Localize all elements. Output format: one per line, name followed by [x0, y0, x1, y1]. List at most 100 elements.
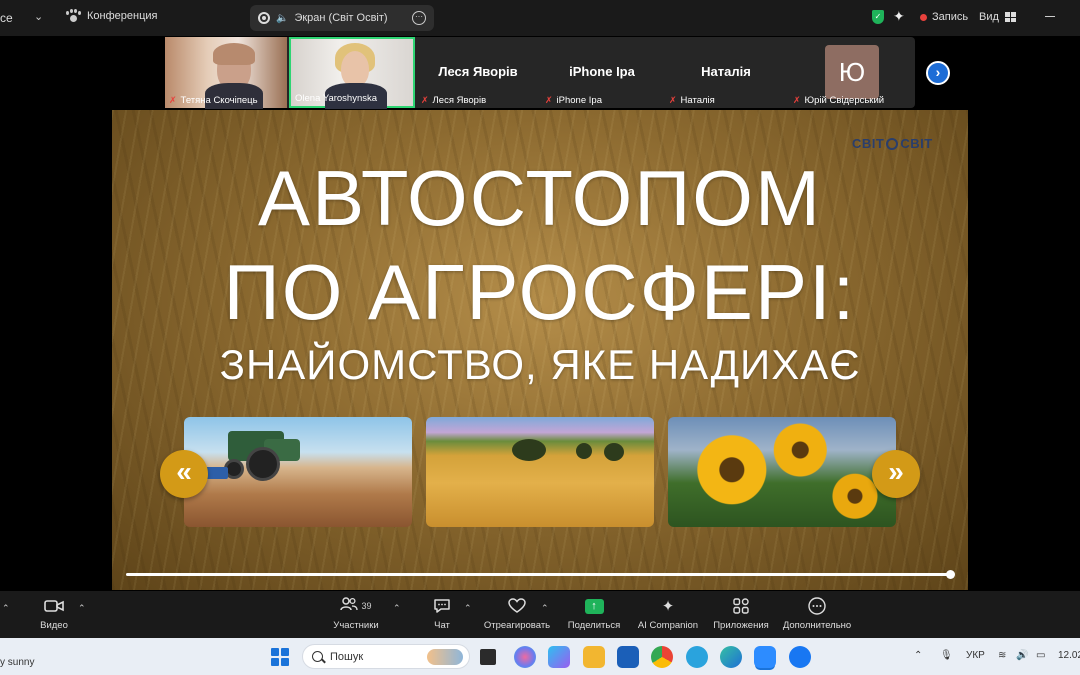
- apps-label: Приложения: [713, 620, 769, 631]
- ai-companion-button[interactable]: ✦ AI Companion: [636, 597, 700, 631]
- chrome-icon[interactable]: [651, 646, 673, 668]
- weather-widget[interactable]: y sunny: [0, 657, 34, 668]
- participant-display-name: Леся Яворів: [438, 64, 518, 79]
- app-title: ce: [0, 11, 13, 25]
- windows-start-icon[interactable]: [271, 648, 289, 666]
- copilot-icon[interactable]: [514, 646, 536, 668]
- participant-name: ✗ Тетяна Скочіпець: [169, 95, 258, 106]
- slide-subtitle: ЗНАЙОМСТВО, ЯКЕ НАДИХАЄ: [219, 341, 861, 388]
- participant-name: ✗ Наталія: [669, 95, 715, 106]
- participant-tile[interactable]: ✗ Тетяна Скочіпець: [165, 37, 287, 109]
- chevron-down-icon[interactable]: ⌄: [34, 10, 43, 23]
- chat-label: Чат: [434, 620, 450, 631]
- participant-display-name: iPhone Ipa: [569, 64, 635, 79]
- conference-label: Конференция: [87, 10, 158, 22]
- apps-button[interactable]: Приложения: [710, 597, 772, 631]
- participants-count: 39: [361, 601, 372, 611]
- task-view-icon[interactable]: [480, 649, 496, 665]
- participant-tile-active-speaker[interactable]: Olena Yaroshynska: [289, 37, 415, 109]
- windows-taskbar: y sunny Пошук ⌃ 🎙 УКР ≋ 🔊 ▭ 12.02: [0, 638, 1080, 675]
- chevron-up-icon[interactable]: ⌃: [2, 603, 10, 614]
- participant-tile[interactable]: Леся Яворів ✗ Леся Яворів: [417, 37, 539, 108]
- record-label: Запись: [932, 11, 969, 23]
- participants-label: Участники: [333, 620, 379, 631]
- edge-icon[interactable]: [720, 646, 742, 668]
- chevron-up-icon[interactable]: ⌃: [541, 603, 549, 614]
- clock-date[interactable]: 12.02: [1058, 650, 1080, 661]
- participant-tile[interactable]: Наталія ✗ Наталія: [665, 37, 787, 108]
- conference-menu[interactable]: Конференция: [66, 9, 157, 23]
- participant-tile[interactable]: Ю ✗ Юрій Свідерський: [789, 37, 915, 108]
- snipping-tool-icon[interactable]: [548, 646, 570, 668]
- store-icon[interactable]: [617, 646, 639, 668]
- participant-name: ✗ Юрій Свідерський: [793, 95, 885, 106]
- file-explorer-icon[interactable]: [583, 646, 605, 668]
- more-button[interactable]: Дополнительно: [780, 597, 854, 631]
- share-label: Экран (Світ Освіт): [294, 12, 388, 24]
- mic-muted-icon: ✗: [793, 95, 801, 105]
- tray-chevron-up-icon[interactable]: ⌃: [914, 650, 922, 661]
- more-icon: [780, 597, 854, 615]
- record-button[interactable]: Запись: [920, 11, 968, 23]
- previous-slide-button[interactable]: «: [160, 450, 208, 498]
- minimize-icon[interactable]: [1045, 16, 1055, 17]
- share-button[interactable]: ↑ Поделиться: [566, 597, 622, 631]
- slide-progress-knob[interactable]: [946, 570, 955, 579]
- security-shield-icon[interactable]: ✓: [872, 10, 884, 24]
- next-participants-button[interactable]: ›: [926, 61, 950, 85]
- slide-title-line-1: АВТОСТОПОМ: [258, 154, 822, 242]
- chevron-up-icon[interactable]: ⌃: [464, 603, 472, 614]
- participants-icon: [340, 597, 359, 615]
- ai-sparkle-icon: ✦: [661, 598, 675, 615]
- share-screen-icon: ↑: [584, 598, 604, 614]
- wifi-icon[interactable]: ≋: [998, 650, 1006, 661]
- mic-muted-icon: ✗: [169, 95, 177, 105]
- participant-tile[interactable]: iPhone Ipa ✗ iPhone Ipa: [541, 37, 663, 108]
- telegram-icon[interactable]: [686, 646, 708, 668]
- share-label: Поделиться: [567, 620, 621, 631]
- shared-screen-slide: СВІТ СВІТ АВТОСТОПОМ ПО АГРОСФЕРІ: ЗНАЙОМ…: [112, 110, 968, 590]
- meeting-toolbar: ⌃ Видео ⌃ 39 Участники ⌃ Чат ⌃ Отреагиро…: [0, 591, 1080, 638]
- apps-icon: [710, 597, 772, 615]
- tractor-photo: [184, 417, 412, 527]
- chevron-up-icon[interactable]: ⌃: [393, 603, 401, 614]
- ai-sparkle-icon[interactable]: ✦: [893, 8, 905, 25]
- search-icon: [312, 651, 323, 662]
- search-placeholder: Пошук: [330, 650, 364, 663]
- chevron-up-icon[interactable]: ⌃: [78, 603, 86, 614]
- participant-name: ✗ iPhone Ipa: [545, 95, 602, 106]
- microphone-icon[interactable]: 🎙: [940, 650, 953, 661]
- slide-title-line-2: ПО АГРОСФЕРІ:: [223, 248, 857, 336]
- video-label: Видео: [40, 620, 68, 631]
- paw-icon: [66, 9, 81, 23]
- mic-muted-icon: ✗: [669, 95, 677, 105]
- battery-icon[interactable]: ▭: [1036, 650, 1045, 661]
- logo-circle-icon: [886, 137, 899, 150]
- facebook-icon[interactable]: [789, 646, 811, 668]
- video-button[interactable]: Видео: [36, 597, 72, 631]
- svit-osvit-logo: СВІТ СВІТ: [852, 136, 933, 151]
- next-slide-button[interactable]: »: [872, 450, 920, 498]
- screen-share-indicator[interactable]: 🔈 Экран (Світ Освіт) ···: [250, 5, 434, 31]
- recording-dot-icon: [920, 13, 927, 21]
- react-label: Отреагировать: [483, 620, 551, 631]
- sunflowers-photo: [668, 417, 896, 527]
- zoom-meeting-window: ce ⌄ Конференция 🔈 Экран (Світ Освіт) ··…: [0, 0, 1080, 675]
- speaker-icon: 🔈: [276, 12, 289, 24]
- participants-button[interactable]: 39 Участники: [330, 597, 382, 631]
- chat-button[interactable]: Чат: [428, 597, 456, 631]
- taskbar-search[interactable]: Пошук: [302, 644, 470, 669]
- view-button[interactable]: Вид: [979, 11, 1016, 23]
- mic-muted-icon: ✗: [545, 95, 553, 105]
- more-options-icon[interactable]: ···: [412, 11, 426, 25]
- ai-companion-label: AI Companion: [637, 620, 699, 631]
- volume-icon[interactable]: 🔊: [1016, 650, 1028, 661]
- avatar: Ю: [825, 45, 879, 99]
- wheat-field-photo: [426, 417, 654, 527]
- camera-icon: [36, 597, 72, 615]
- view-label: Вид: [979, 11, 999, 23]
- language-indicator[interactable]: УКР: [966, 650, 985, 661]
- slide-progress-bar[interactable]: [126, 573, 950, 576]
- chat-icon: [428, 597, 456, 615]
- zoom-icon[interactable]: [754, 646, 776, 668]
